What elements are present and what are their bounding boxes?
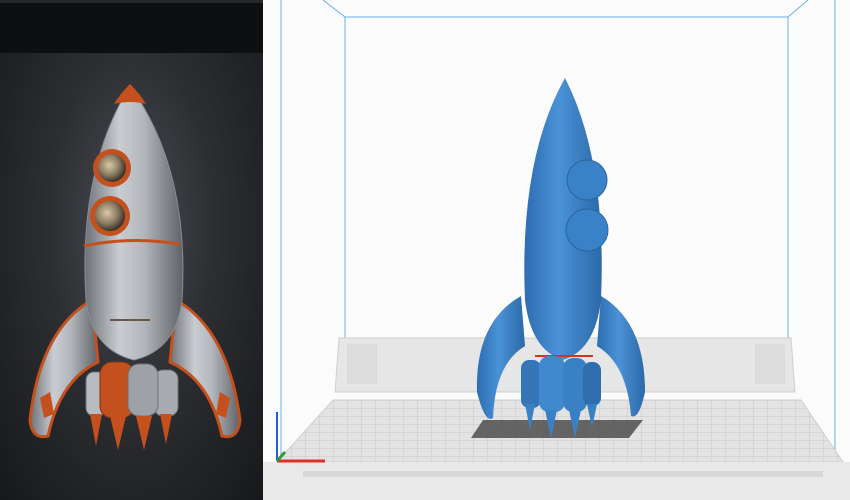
rocket-photo-panel: [0, 0, 263, 500]
rocket-left-fin: [28, 297, 100, 439]
rocket-nose-cone: [114, 84, 146, 104]
model-shadow: [471, 420, 643, 438]
rocket-photo: [28, 84, 242, 450]
rocket-thrusters: [85, 361, 179, 450]
slicer-viewport[interactable]: [263, 0, 850, 500]
rocket-right-fin: [168, 297, 242, 439]
build-volume-scene: [263, 0, 850, 500]
